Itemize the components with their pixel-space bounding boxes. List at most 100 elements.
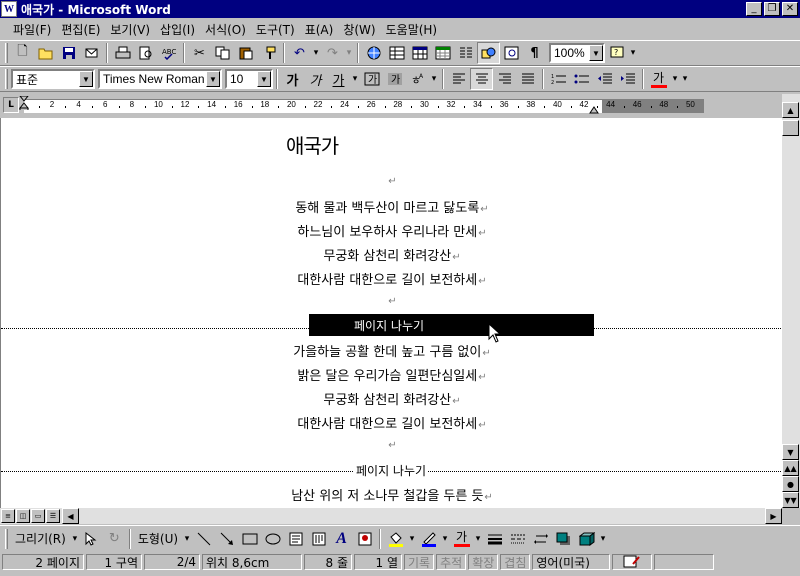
menu-help[interactable]: 도움말(H) xyxy=(381,21,443,38)
web-layout-icon[interactable]: ◫ xyxy=(16,509,30,523)
status-ext[interactable]: 확장 xyxy=(468,554,499,570)
previous-page-icon[interactable]: ▲▲ xyxy=(782,460,799,476)
menu-tools[interactable]: 도구(T) xyxy=(251,21,300,38)
email-icon[interactable] xyxy=(80,42,103,64)
cut-icon[interactable]: ✂ xyxy=(188,42,211,64)
character-border-icon[interactable]: 가 xyxy=(360,68,383,90)
horizontal-track[interactable] xyxy=(79,508,765,524)
character-shading-icon[interactable]: 가 xyxy=(383,68,406,90)
redo-dropdown-icon[interactable]: ▾ xyxy=(344,42,354,64)
chevron-down-icon[interactable]: ▼ xyxy=(206,71,220,87)
scroll-down-icon[interactable]: ▼ xyxy=(782,444,799,460)
copy-icon[interactable] xyxy=(211,42,234,64)
zoom-combo[interactable]: 100% ▼ xyxy=(549,43,605,63)
line-color-icon[interactable] xyxy=(417,528,440,550)
next-page-icon[interactable]: ▼▼ xyxy=(782,492,799,508)
horizontal-scrollbar[interactable]: ≡ ◫ ▭ ☰ ◀ ▶ xyxy=(0,508,782,524)
office-assistant-icon[interactable]: ? xyxy=(605,42,628,64)
chevron-down-icon[interactable]: ▼ xyxy=(589,45,603,61)
font-color-icon[interactable]: 가 xyxy=(647,68,670,90)
document-area[interactable]: 애국가 ↵ 동해 물과 백두산이 마르고 닳도록↵ 하느님이 보우하사 우리나라… xyxy=(0,118,782,508)
horizontal-ruler[interactable]: 2 4 6 8 10 12 14 16 18 20 22 24 26 28 30 32 34 36 38 40 42 44… xyxy=(19,96,704,114)
print-icon[interactable] xyxy=(111,42,134,64)
minimize-button[interactable]: _ xyxy=(746,2,762,16)
rectangle-tool-icon[interactable] xyxy=(238,528,261,550)
select-browse-object-icon[interactable]: ● xyxy=(782,476,799,492)
font-color-draw-icon[interactable]: 가 xyxy=(450,528,473,550)
status-language[interactable]: 영어(미국) xyxy=(532,554,611,570)
style-combo[interactable]: 표준 ▼ xyxy=(11,69,95,89)
menu-insert[interactable]: 삽입(I) xyxy=(155,21,200,38)
spelling-icon[interactable]: ABC xyxy=(157,42,180,64)
underline-dropdown-icon[interactable]: ▾ xyxy=(350,68,360,90)
vertical-scrollbar[interactable]: ▲ ▼ ▲▲ ● ▼▼ xyxy=(782,94,800,508)
chevron-down-icon[interactable]: ▼ xyxy=(257,71,271,87)
line-tool-icon[interactable] xyxy=(192,528,215,550)
scroll-left-icon[interactable]: ◀ xyxy=(62,508,79,524)
tables-borders-icon[interactable] xyxy=(385,42,408,64)
spelling-status-icon[interactable] xyxy=(612,554,653,570)
tab-selector[interactable]: L xyxy=(3,97,19,113)
arrow-style-icon[interactable] xyxy=(529,528,552,550)
text-box-icon[interactable] xyxy=(284,528,307,550)
font-color-dropdown-icon[interactable]: ▾ xyxy=(670,68,680,90)
redo-icon[interactable]: ↷ xyxy=(321,42,344,64)
scroll-up-icon[interactable]: ▲ xyxy=(782,102,799,118)
normal-view-icon[interactable]: ≡ xyxy=(1,509,15,523)
paste-icon[interactable] xyxy=(234,42,257,64)
fill-color-icon[interactable] xyxy=(384,528,407,550)
oval-tool-icon[interactable] xyxy=(261,528,284,550)
vertical-text-box-icon[interactable] xyxy=(307,528,330,550)
phonetic-dropdown-icon[interactable]: ▾ xyxy=(429,68,439,90)
increase-indent-icon[interactable] xyxy=(616,68,639,90)
shadow-icon[interactable] xyxy=(552,528,575,550)
document-map-icon[interactable] xyxy=(500,42,523,64)
status-trk[interactable]: 추적 xyxy=(436,554,467,570)
page-break-selection[interactable]: 페이지 나누기 xyxy=(309,314,594,336)
undo-icon[interactable]: ↶ xyxy=(288,42,311,64)
menu-view[interactable]: 보기(V) xyxy=(105,21,155,38)
align-right-icon[interactable] xyxy=(493,68,516,90)
italic-button[interactable]: 가 xyxy=(304,68,327,90)
draw-dropdown-icon[interactable]: ▾ xyxy=(70,528,80,550)
phonetic-guide-icon[interactable]: ㅎA xyxy=(406,68,429,90)
autoshapes-dropdown-icon[interactable]: ▾ xyxy=(182,528,192,550)
toolbar-grip[interactable] xyxy=(5,43,8,63)
menu-format[interactable]: 서식(O) xyxy=(200,21,251,38)
align-center-icon[interactable] xyxy=(470,68,493,90)
3d-icon[interactable] xyxy=(575,528,598,550)
insert-table-icon[interactable] xyxy=(408,42,431,64)
word-app-icon[interactable]: W xyxy=(1,1,17,17)
bullets-icon[interactable] xyxy=(570,68,593,90)
scroll-right-icon[interactable]: ▶ xyxy=(765,508,782,524)
dash-style-icon[interactable] xyxy=(506,528,529,550)
font-color-draw-dropdown-icon[interactable]: ▾ xyxy=(473,528,483,550)
line-style-icon[interactable] xyxy=(483,528,506,550)
menu-window[interactable]: 창(W) xyxy=(338,21,380,38)
close-button[interactable]: ✕ xyxy=(782,2,798,16)
menu-edit[interactable]: 편집(E) xyxy=(56,21,105,38)
font-combo[interactable]: Times New Roman ▼ xyxy=(98,69,222,89)
columns-icon[interactable] xyxy=(454,42,477,64)
toolbar-grip[interactable] xyxy=(5,69,8,89)
drawing-icon[interactable] xyxy=(477,42,500,64)
open-folder-icon[interactable] xyxy=(34,42,57,64)
menu-table[interactable]: 표(A) xyxy=(300,21,339,38)
line-color-dropdown-icon[interactable]: ▾ xyxy=(440,528,450,550)
toolbar-options-icon[interactable]: ▾ xyxy=(598,528,608,550)
undo-dropdown-icon[interactable]: ▾ xyxy=(311,42,321,64)
underline-button[interactable]: 가 xyxy=(327,68,350,90)
new-document-icon[interactable]: 🗋 xyxy=(11,42,34,64)
decrease-indent-icon[interactable] xyxy=(593,68,616,90)
print-layout-icon[interactable]: ▭ xyxy=(31,509,45,523)
toolbar-options-icon[interactable]: ▾ xyxy=(680,68,690,90)
select-objects-icon[interactable] xyxy=(80,528,103,550)
print-preview-icon[interactable] xyxy=(134,42,157,64)
format-painter-icon[interactable] xyxy=(257,42,280,64)
status-rec[interactable]: 기록 xyxy=(404,554,435,570)
justify-icon[interactable] xyxy=(516,68,539,90)
status-ovr[interactable]: 겹침 xyxy=(500,554,531,570)
insert-excel-icon[interactable] xyxy=(431,42,454,64)
wordart-icon[interactable]: A xyxy=(330,528,353,550)
font-size-combo[interactable]: 10 ▼ xyxy=(225,69,273,89)
